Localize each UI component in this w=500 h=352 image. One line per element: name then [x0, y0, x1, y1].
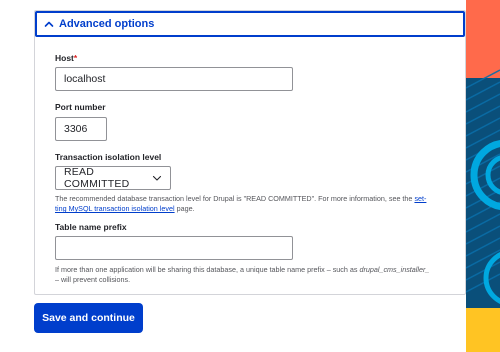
- prefix-field: Table name prefix If more than one appli…: [55, 222, 451, 285]
- advanced-options-label: Advanced options: [59, 18, 155, 30]
- host-input[interactable]: [55, 67, 293, 91]
- host-field: Host*: [55, 53, 293, 91]
- prefix-input[interactable]: [55, 236, 293, 260]
- save-and-continue-button[interactable]: Save and continue: [34, 303, 143, 333]
- isolation-description: The recommended database transaction lev…: [55, 194, 427, 213]
- isolation-select-value: READ COMMITTED: [64, 166, 130, 190]
- chevron-up-icon: [43, 18, 55, 30]
- isolation-label: Transaction isolation level: [55, 152, 162, 162]
- chevron-down-icon: [152, 173, 162, 183]
- decorative-side-graphic: [466, 0, 500, 352]
- isolation-select[interactable]: READ COMMITTED: [55, 166, 171, 190]
- required-marker: *: [73, 53, 78, 63]
- port-input[interactable]: [55, 117, 107, 141]
- prefix-description: If more than one application will be sha…: [55, 265, 430, 284]
- advanced-options-toggle[interactable]: Advanced options: [35, 11, 465, 37]
- port-field: Port number: [55, 102, 107, 141]
- isolation-field: Transaction isolation level READ COMMITT…: [55, 152, 447, 214]
- advanced-options-panel: Advanced options Host* Port number Trans…: [34, 10, 466, 295]
- prefix-label: Table name prefix: [55, 222, 127, 232]
- port-label: Port number: [55, 102, 106, 112]
- host-label: Host*: [55, 53, 78, 63]
